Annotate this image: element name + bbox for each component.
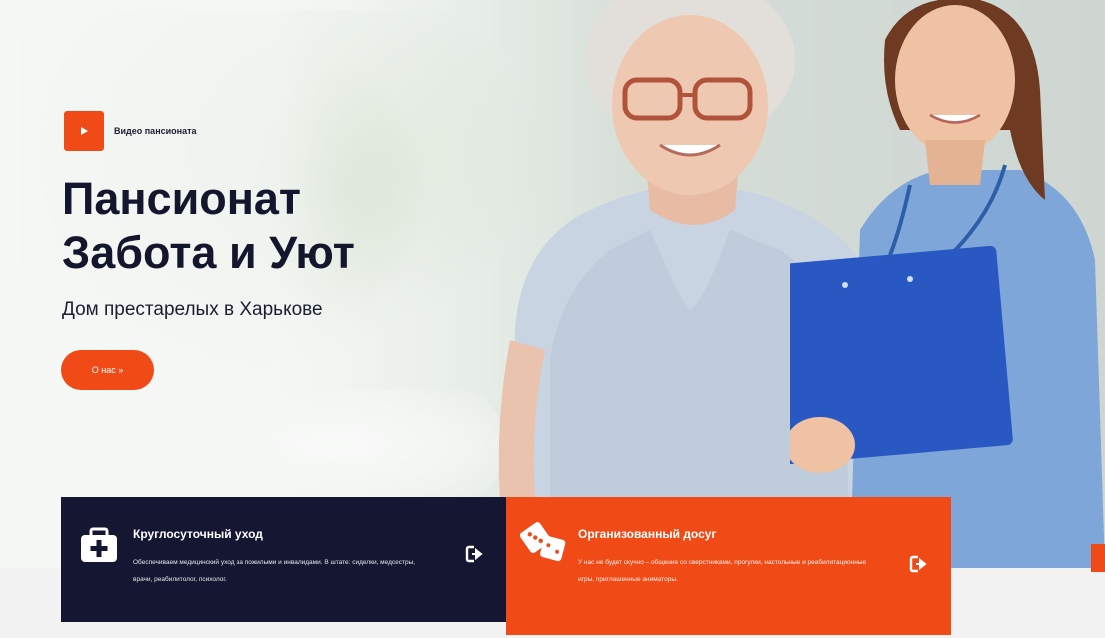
hero-section: Видео пансионата Пансионат Забота и Уют … [0,0,1105,568]
play-icon [81,127,88,135]
play-button[interactable] [64,111,104,151]
about-button[interactable]: О нас » [61,350,154,390]
nurse-photo [790,0,1105,568]
dice-icon [520,522,566,562]
title-line-2: Забота и Уют [62,227,355,278]
first-aid-kit-icon [81,527,117,562]
feature-title: Организованный досуг [578,527,717,541]
enter-arrow-icon[interactable] [465,544,485,564]
feature-text: Обеспечиваем медицинский уход за пожилым… [133,559,416,583]
video-label: Видео пансионата [114,126,197,136]
side-accent [1091,544,1105,572]
video-link[interactable]: Видео пансионата [64,111,197,151]
hero-subtitle: Дом престарелых в Харькове [62,299,323,320]
feature-card-care: Круглосуточный уход Обеспечиваем медицин… [61,497,507,622]
page-title: Пансионат Забота и Уют [62,172,355,280]
feature-card-leisure: Организованный досуг У нас не будет скуч… [506,497,951,635]
title-line-1: Пансионат [62,173,301,224]
enter-arrow-icon[interactable] [909,554,929,574]
feature-title: Круглосуточный уход [133,527,263,541]
feature-text: У нас не будет скучно – общение со сверс… [578,559,867,583]
